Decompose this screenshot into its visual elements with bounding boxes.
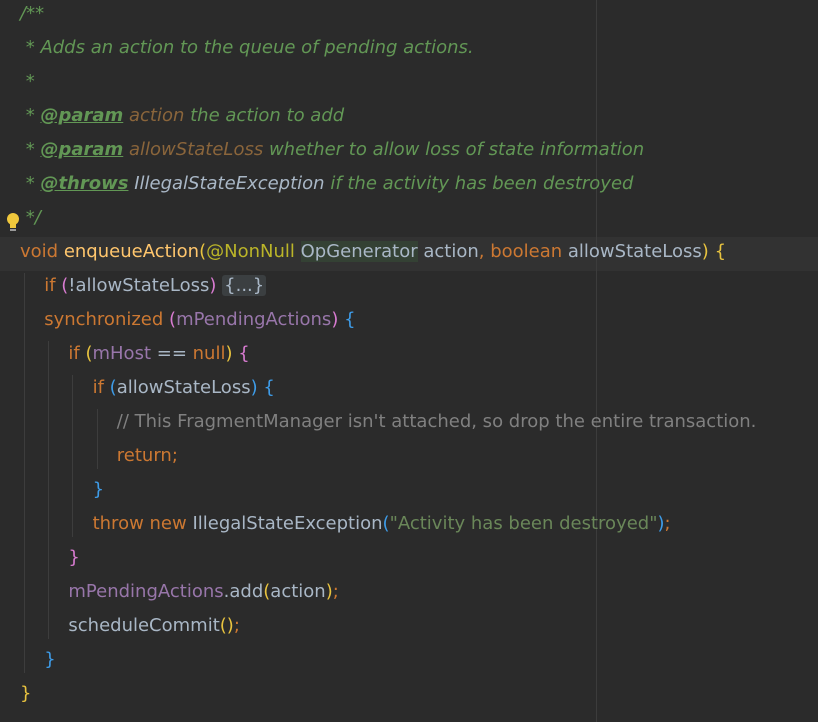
code-line: * @param action the action to add: [20, 99, 344, 133]
code-token: (: [169, 309, 177, 330]
code-token: @param: [40, 139, 124, 160]
code-token: !allowStateLoss: [68, 275, 210, 296]
code-token: action: [417, 241, 479, 262]
code-token: OpGenerator: [300, 241, 418, 262]
code-token: /**: [20, 3, 45, 24]
code-line: synchronized (mPendingActions) {: [44, 303, 355, 337]
code-token: if the activity has been destroyed: [324, 173, 634, 194]
code-token: enqueueAction: [63, 241, 200, 262]
code-line: void enqueueAction(@NonNull OpGenerator …: [20, 235, 726, 269]
code-line: return;: [117, 439, 178, 473]
code-line: }: [68, 541, 79, 575]
code-token: * Adds an action to the queue of pending…: [20, 37, 474, 58]
right-margin-guide: [596, 0, 597, 722]
code-line: *: [20, 65, 35, 99]
code-token: allowStateLoss: [129, 139, 264, 160]
code-line: scheduleCommit();: [68, 609, 240, 643]
code-token: IllegalStateException: [134, 173, 325, 194]
code-line: /**: [20, 0, 44, 31]
code-token: *: [20, 105, 41, 126]
code-token: }: [92, 479, 105, 500]
code-token: {: [344, 309, 356, 330]
code-token: }: [68, 547, 80, 568]
code-token: ,: [478, 241, 491, 262]
code-token: (: [109, 377, 117, 398]
code-token: mPendingActions: [68, 581, 224, 602]
code-token: void: [20, 241, 64, 262]
code-token: @NonNull: [206, 241, 295, 262]
code-token: IllegalStateException: [192, 513, 383, 534]
code-token: *: [20, 173, 41, 194]
code-line: // This FragmentManager isn't attached, …: [117, 405, 757, 439]
code-line: }: [93, 473, 104, 507]
code-token[interactable]: {...}: [222, 275, 267, 296]
code-token: ;: [233, 615, 240, 636]
code-token: }: [44, 649, 56, 670]
code-token: the action to add: [184, 105, 345, 126]
code-token: @param: [40, 105, 124, 126]
code-line: */: [20, 201, 41, 235]
code-token: */: [20, 207, 41, 228]
code-line: throw new IllegalStateException("Activit…: [93, 507, 671, 541]
indent-guide: [24, 273, 25, 673]
code-token: }: [20, 683, 32, 704]
code-token: add: [229, 581, 264, 602]
code-token: *: [20, 71, 35, 92]
code-token: action: [270, 581, 326, 602]
code-token: @throws: [40, 173, 129, 194]
code-token: ;: [332, 581, 339, 602]
code-token: // This FragmentManager isn't attached, …: [116, 411, 757, 432]
code-token: ): [250, 377, 258, 398]
code-editor[interactable]: /** * Adds an action to the queue of pen…: [0, 0, 818, 722]
code-token: if: [68, 343, 86, 364]
code-token: null: [192, 343, 226, 364]
code-token: ;: [664, 513, 671, 534]
code-line: mPendingActions.add(action);: [68, 575, 338, 609]
code-token: {: [238, 343, 250, 364]
code-token: allowStateLoss: [567, 241, 702, 262]
lightbulb-icon[interactable]: [6, 212, 20, 234]
code-token: (: [382, 513, 390, 534]
code-token: throw new: [92, 513, 193, 534]
code-token: boolean: [490, 241, 568, 262]
code-token: ==: [151, 343, 193, 364]
code-token: ): [657, 513, 665, 534]
code-token: if: [92, 377, 110, 398]
code-token: "Activity has been destroyed": [389, 513, 658, 534]
code-token: ): [701, 241, 709, 262]
code-token: allowStateLoss: [116, 377, 251, 398]
code-token: synchronized: [44, 309, 170, 330]
code-line: * Adds an action to the queue of pending…: [20, 31, 474, 65]
code-line: * @param allowStateLoss whether to allow…: [20, 133, 644, 167]
code-line: if (mHost == null) {: [68, 337, 249, 371]
code-line: if (allowStateLoss) {: [93, 371, 275, 405]
code-token: ): [325, 581, 333, 602]
code-token: mPendingActions: [176, 309, 332, 330]
code-token: return;: [116, 445, 178, 466]
code-token: (: [219, 615, 227, 636]
code-line: * @throws IllegalStateException if the a…: [20, 167, 634, 201]
code-line: }: [20, 677, 31, 711]
indent-guide: [72, 375, 74, 537]
indent-guide: [48, 341, 50, 639]
code-line: }: [44, 643, 55, 677]
code-token: mHost: [92, 343, 152, 364]
code-line: if (!allowStateLoss) {...}: [44, 269, 267, 303]
code-token: ): [226, 615, 234, 636]
code-token: *: [20, 139, 41, 160]
code-token: action: [129, 105, 185, 126]
code-token: {: [263, 377, 275, 398]
code-token: scheduleCommit: [68, 615, 220, 636]
code-token: whether to allow loss of state informati…: [263, 139, 645, 160]
code-token: {: [714, 241, 727, 262]
indent-guide: [96, 409, 98, 469]
code-token: if: [44, 275, 62, 296]
